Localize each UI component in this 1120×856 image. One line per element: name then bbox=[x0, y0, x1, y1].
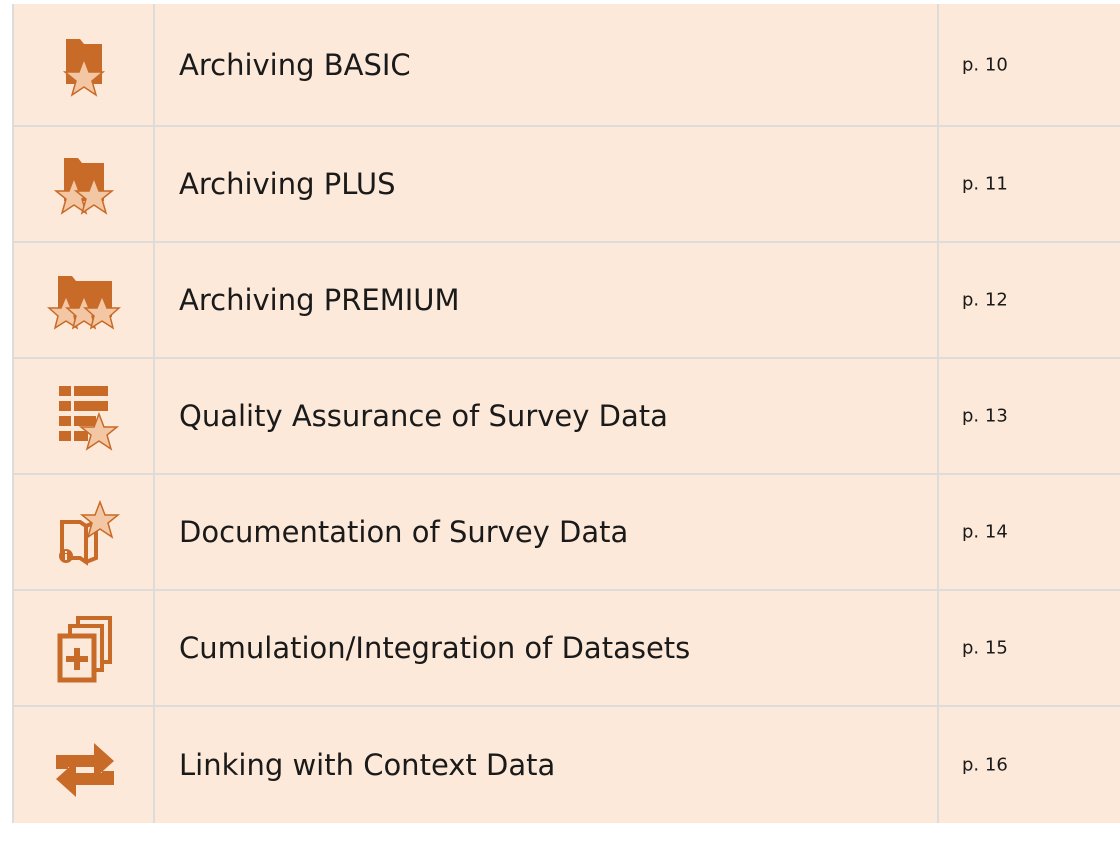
divider bbox=[937, 359, 939, 473]
table-row[interactable]: Quality Assurance of Survey Data p. 13 bbox=[12, 357, 1120, 473]
row-title: Linking with Context Data bbox=[179, 748, 556, 782]
divider bbox=[937, 127, 939, 241]
table-row[interactable]: Cumulation/Integration of Datasets p. 15 bbox=[12, 589, 1120, 705]
row-page: p. 16 bbox=[962, 754, 1008, 776]
divider bbox=[12, 475, 14, 589]
exchange-arrows-icon bbox=[34, 725, 134, 805]
row-title: Archiving PREMIUM bbox=[179, 283, 460, 317]
row-title: Archiving PLUS bbox=[179, 167, 396, 201]
row-page: p. 12 bbox=[962, 289, 1008, 311]
folder-three-stars-icon bbox=[34, 260, 134, 340]
services-table: Archiving BASIC p. 10 Archiving PLUS p. … bbox=[12, 4, 1120, 823]
table-row[interactable]: Linking with Context Data p. 16 bbox=[12, 705, 1120, 823]
row-page: p. 15 bbox=[962, 637, 1008, 659]
divider bbox=[153, 591, 155, 705]
divider bbox=[937, 4, 939, 125]
row-title: Cumulation/Integration of Datasets bbox=[179, 631, 691, 665]
stacked-plus-icon bbox=[34, 608, 134, 688]
table-row[interactable]: Documentation of Survey Data p. 14 bbox=[12, 473, 1120, 589]
divider bbox=[937, 707, 939, 823]
row-title: Documentation of Survey Data bbox=[179, 515, 629, 549]
table-row[interactable]: Archiving PREMIUM p. 12 bbox=[12, 241, 1120, 357]
divider bbox=[12, 707, 14, 823]
divider bbox=[153, 243, 155, 357]
book-info-star-icon bbox=[34, 492, 134, 572]
table-row[interactable]: Archiving BASIC p. 10 bbox=[12, 4, 1120, 125]
table-row[interactable]: Archiving PLUS p. 11 bbox=[12, 125, 1120, 241]
divider bbox=[153, 359, 155, 473]
divider bbox=[937, 591, 939, 705]
row-title: Archiving BASIC bbox=[179, 47, 411, 82]
divider bbox=[12, 4, 14, 125]
row-page: p. 13 bbox=[962, 405, 1008, 427]
row-title: Quality Assurance of Survey Data bbox=[179, 399, 668, 433]
divider bbox=[153, 475, 155, 589]
row-page: p. 14 bbox=[962, 521, 1008, 543]
row-page: p. 10 bbox=[962, 54, 1008, 75]
divider bbox=[12, 243, 14, 357]
folder-star-icon bbox=[34, 25, 134, 105]
divider bbox=[12, 127, 14, 241]
folder-two-stars-icon bbox=[34, 144, 134, 224]
divider bbox=[12, 359, 14, 473]
divider bbox=[937, 243, 939, 357]
list-star-icon bbox=[34, 376, 134, 456]
divider bbox=[153, 4, 155, 125]
row-page: p. 11 bbox=[962, 173, 1008, 195]
divider bbox=[153, 707, 155, 823]
divider bbox=[153, 127, 155, 241]
divider bbox=[937, 475, 939, 589]
divider bbox=[12, 591, 14, 705]
